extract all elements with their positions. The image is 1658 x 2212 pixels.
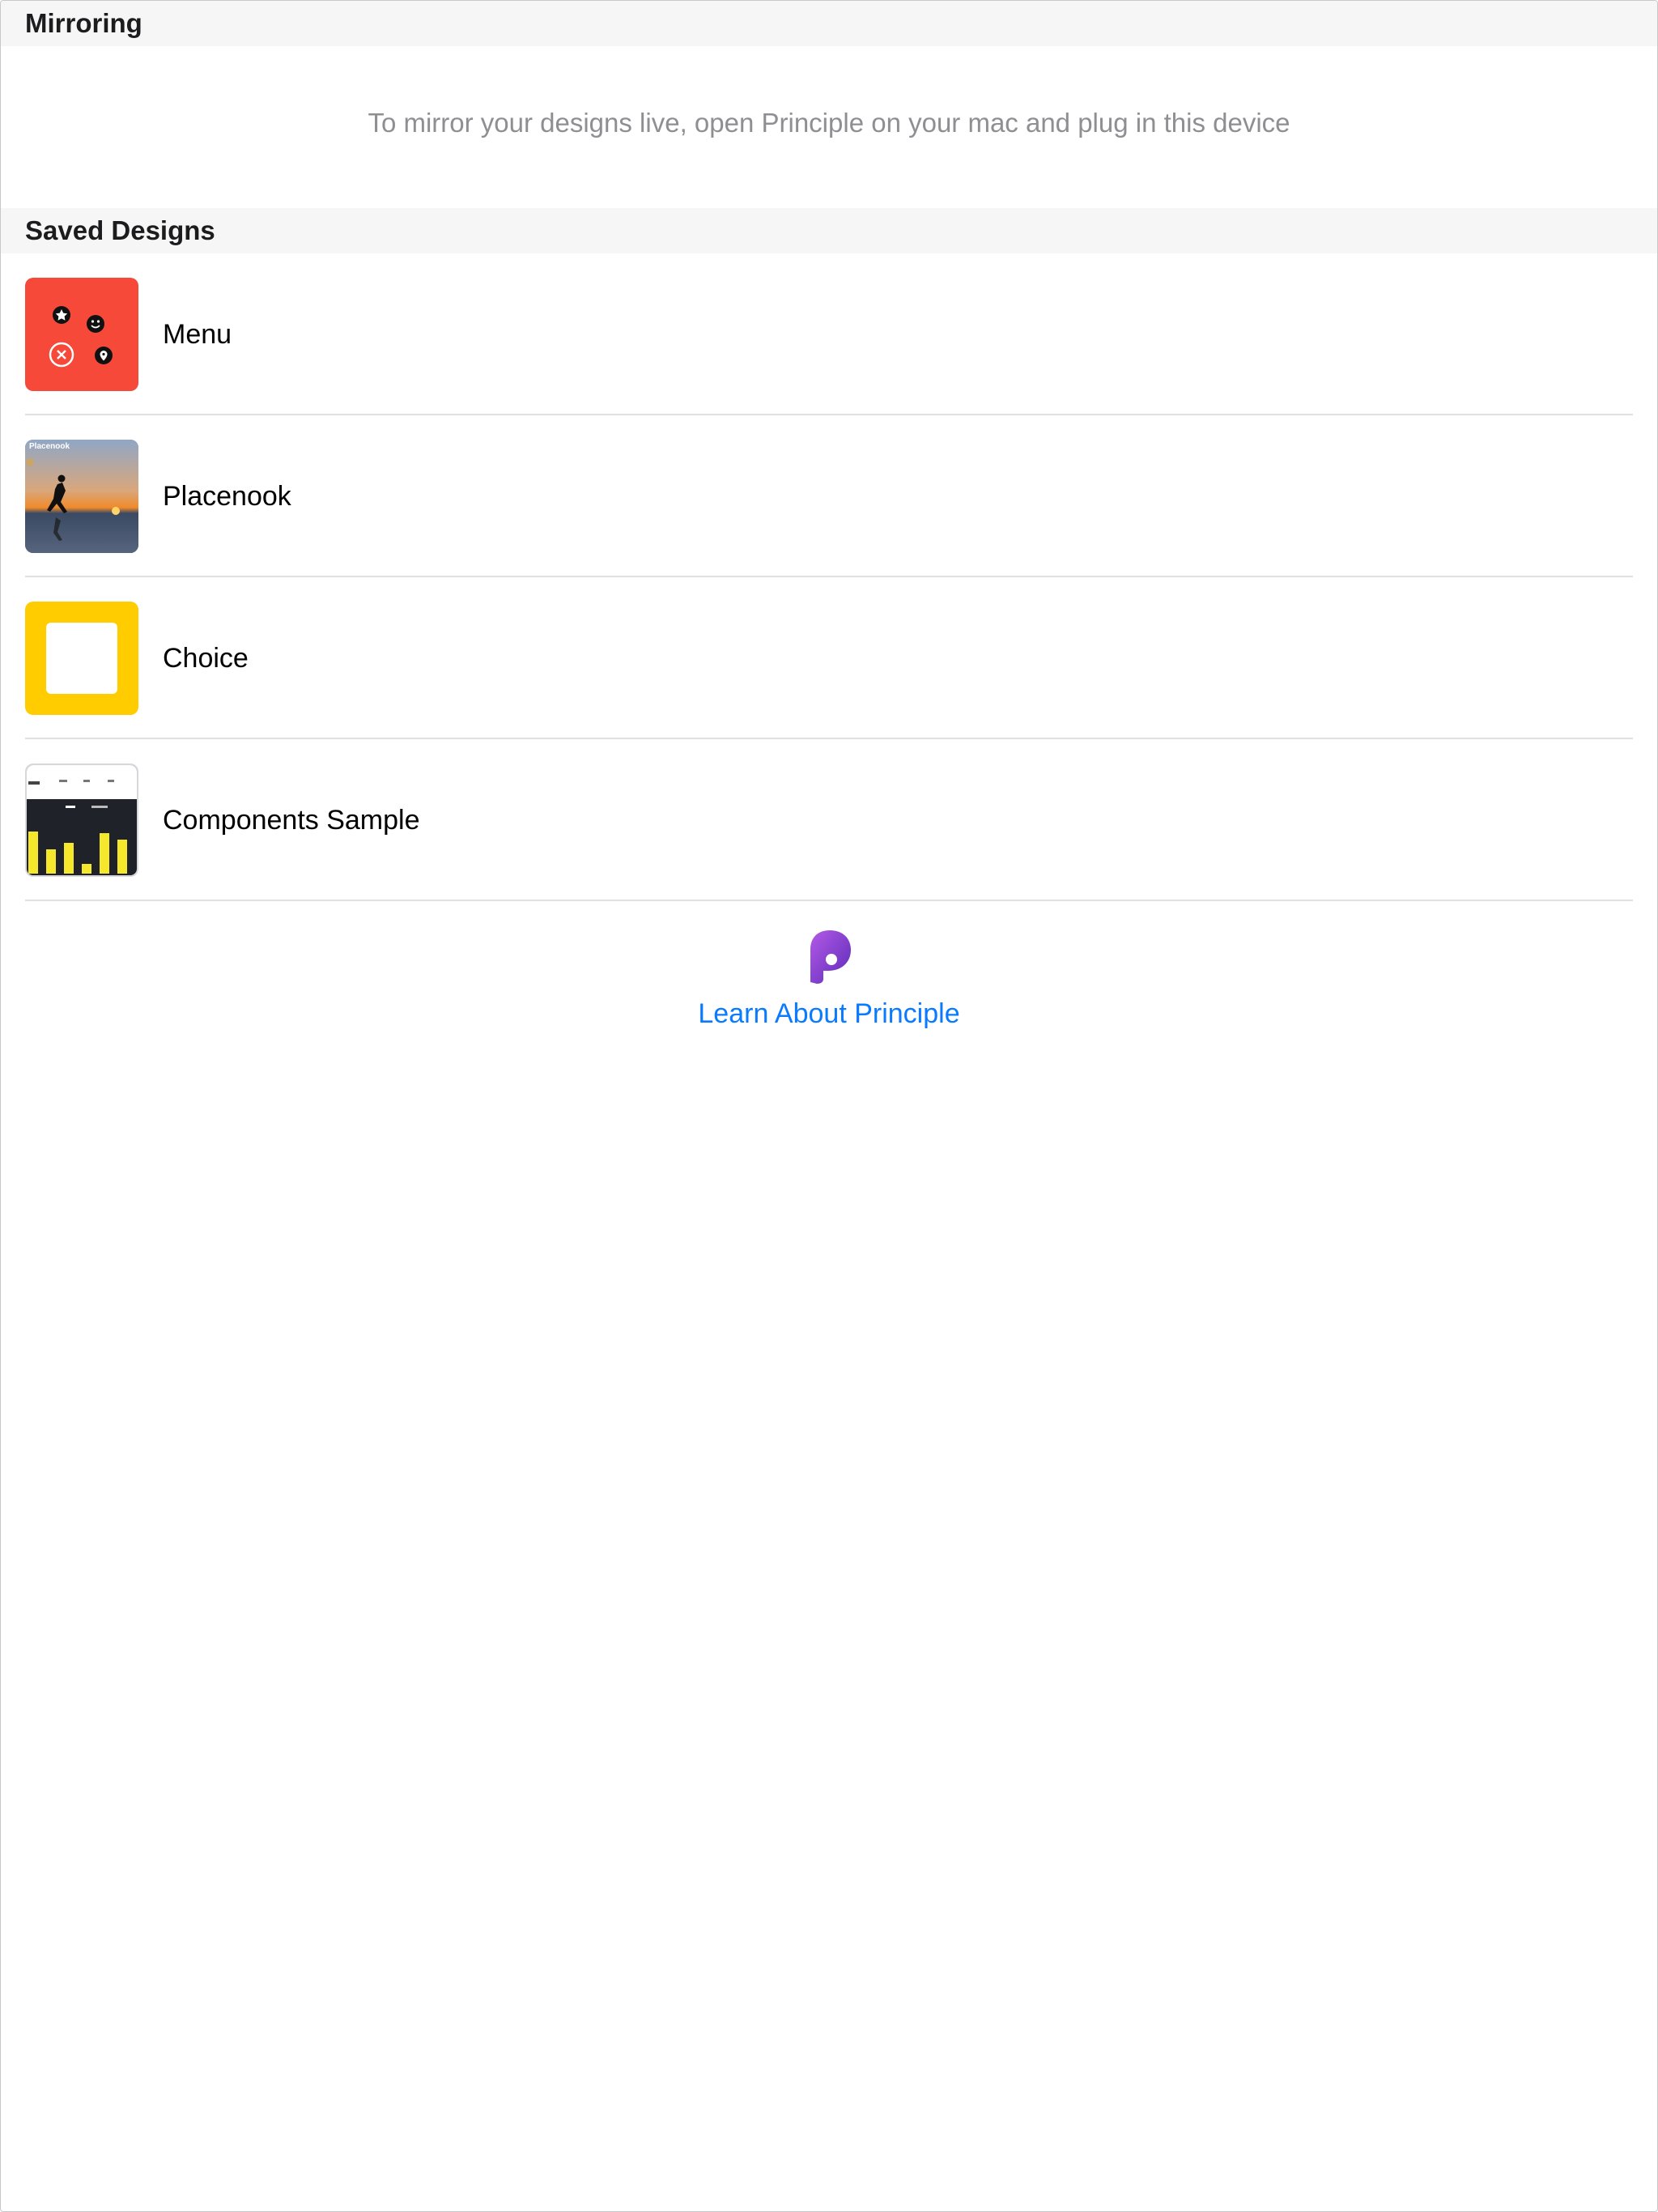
placenook-thumbnail-title: Placenook (29, 442, 70, 451)
choice-thumbnail-card (46, 623, 117, 694)
design-row-placenook[interactable]: Placenook Placenook (25, 415, 1633, 577)
placenook-thumbnail: Placenook (25, 440, 138, 553)
screen: Mirroring To mirror your designs live, o… (0, 0, 1658, 2212)
learn-about-principle-link[interactable]: Learn About Principle (1, 998, 1657, 1030)
saved-designs-section-header: Saved Designs (1, 208, 1657, 253)
design-row-choice[interactable]: Choice (25, 577, 1633, 739)
menu-thumbnail (25, 278, 138, 391)
menu-thumbnail-icons (49, 306, 113, 368)
choice-thumbnail (25, 602, 138, 715)
mirroring-header-title: Mirroring (25, 8, 142, 38)
components-thumbnail-image (27, 765, 137, 874)
design-row-components-sample[interactable]: Components Sample (25, 739, 1633, 901)
mirroring-section-header: Mirroring (1, 1, 1657, 46)
design-name: Menu (163, 319, 232, 350)
design-name: Placenook (163, 481, 291, 512)
design-name: Choice (163, 643, 249, 674)
components-thumbnail (25, 764, 138, 877)
placenook-thumbnail-image (25, 440, 138, 553)
principle-logo-icon[interactable] (807, 929, 852, 985)
saved-designs-header-title: Saved Designs (25, 215, 215, 245)
mirroring-instructions: To mirror your designs live, open Princi… (368, 108, 1290, 138)
design-name: Components Sample (163, 805, 420, 836)
design-row-menu[interactable]: Menu (25, 253, 1633, 415)
